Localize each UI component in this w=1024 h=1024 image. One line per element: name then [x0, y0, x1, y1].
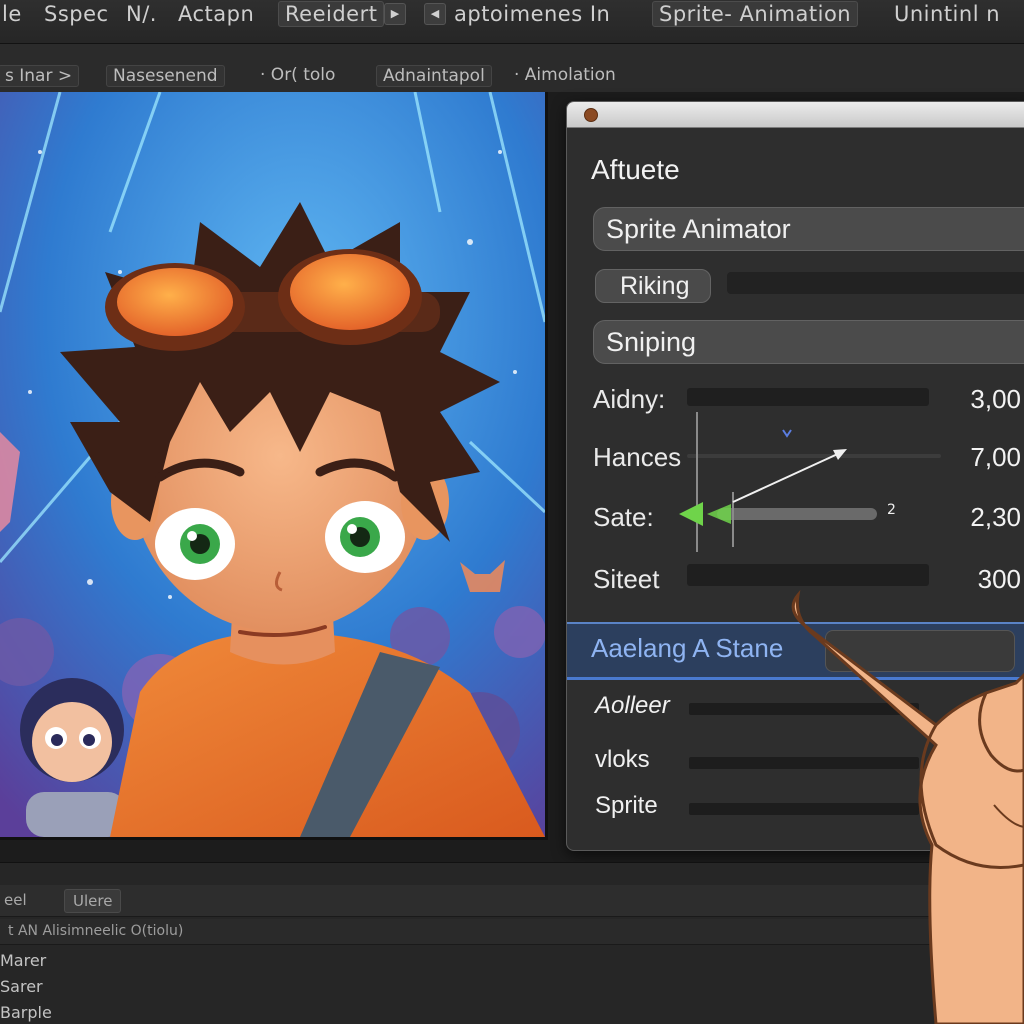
timeline-row-marer[interactable]: Marer	[0, 951, 46, 970]
curve-overlay	[679, 412, 847, 552]
character-artwork	[0, 92, 545, 837]
timeline-tab-bar: eel Ulere	[0, 885, 1024, 917]
riking-track[interactable]	[727, 272, 1024, 294]
timeline-tab-eel[interactable]: eel	[0, 889, 35, 913]
timeline-header-label: t AN Alisimneelic O(tiolu)	[8, 923, 184, 939]
menu-item-file[interactable]: le	[2, 0, 22, 28]
selected-list-item[interactable]: Aaelang A Stane	[567, 622, 1024, 680]
toolbar-item-nasesenend[interactable]: Nasesenend	[106, 65, 225, 87]
secondary-toolbar: s Inar > Nasesenend · Or( tolo Adnaintap…	[0, 44, 1024, 92]
sniping-field[interactable]: Sniping	[593, 320, 1024, 364]
panel-titlebar[interactable]	[567, 102, 1024, 128]
timeline-header: t AN Alisimneelic O(tiolu)	[0, 919, 1024, 945]
timeline-panel: eel Ulere t AN Alisimneelic O(tiolu) Mar…	[0, 862, 1024, 1024]
sprite-animator-field[interactable]: Sprite Animator	[593, 207, 1024, 251]
toolbar-item-input[interactable]: s Inar >	[0, 65, 80, 87]
toolbar-item-color[interactable]: · Or( tolo	[254, 65, 341, 87]
list-track-vloks[interactable]	[689, 757, 919, 769]
toolbar-item-adnaintapol[interactable]: Adnaintapol	[376, 65, 492, 87]
slider-marker-label: 2	[887, 502, 896, 518]
canvas-frame	[0, 92, 548, 840]
timeline-row-sarer[interactable]: Sarer	[0, 977, 43, 996]
tab-riking[interactable]: Riking	[595, 269, 711, 303]
list-track-aolleer[interactable]	[689, 703, 919, 715]
sprite-canvas[interactable]	[0, 92, 545, 837]
timeline-tab-ulere[interactable]: Ulere	[64, 889, 122, 913]
property-label-aidny: Aidny:	[593, 384, 666, 414]
menu-item-sprite-animation[interactable]: Sprite- Animation	[652, 1, 859, 27]
property-value-hances[interactable]: 7,00	[970, 442, 1021, 473]
close-window-button[interactable]	[584, 108, 598, 122]
list-item-sprite[interactable]: Sprite	[595, 792, 658, 820]
animator-panel: Aftuete Sprite Animator Riking Sniping A…	[566, 101, 1024, 851]
list-track-sprite[interactable]	[689, 803, 919, 815]
play-forward-icon[interactable]: ▶	[384, 3, 406, 25]
property-label-siteet: Siteet	[593, 564, 660, 594]
property-label-sate: Sate:	[593, 502, 654, 532]
menu-bar: le Sspec N/. Actapn Reeidert ▶ ◀ aptoime…	[0, 0, 1024, 44]
timeline-scrollbar[interactable]	[990, 919, 1000, 1024]
menu-item-untitled[interactable]: Unintinl n	[894, 0, 1000, 28]
selected-item-field[interactable]	[825, 630, 1015, 672]
panel-heading: Aftuete	[591, 154, 680, 185]
menu-item-action[interactable]: Actapn	[178, 0, 254, 28]
selected-item-label: Aaelang A Stane	[591, 633, 784, 663]
timeline-row-barple[interactable]: Barple	[0, 1003, 52, 1022]
property-value-aidny[interactable]: 3,00	[970, 384, 1021, 415]
property-track-siteet[interactable]	[687, 564, 929, 586]
play-back-icon[interactable]: ◀	[424, 3, 446, 25]
property-value-sate[interactable]: 2,30	[970, 502, 1021, 533]
menu-item-render[interactable]: Reeidert	[278, 1, 385, 27]
menu-item-spec[interactable]: Sspec	[44, 0, 109, 28]
menu-item-nav[interactable]: N/.	[126, 0, 157, 28]
menu-item-options[interactable]: aptoimenes In	[454, 0, 610, 28]
list-item-aolleer[interactable]: Aolleer	[595, 692, 670, 720]
property-value-siteet[interactable]: 300	[978, 564, 1021, 595]
toolbar-item-animation[interactable]: · Aimolation	[508, 65, 622, 87]
list-item-vloks[interactable]: vloks	[595, 746, 650, 774]
